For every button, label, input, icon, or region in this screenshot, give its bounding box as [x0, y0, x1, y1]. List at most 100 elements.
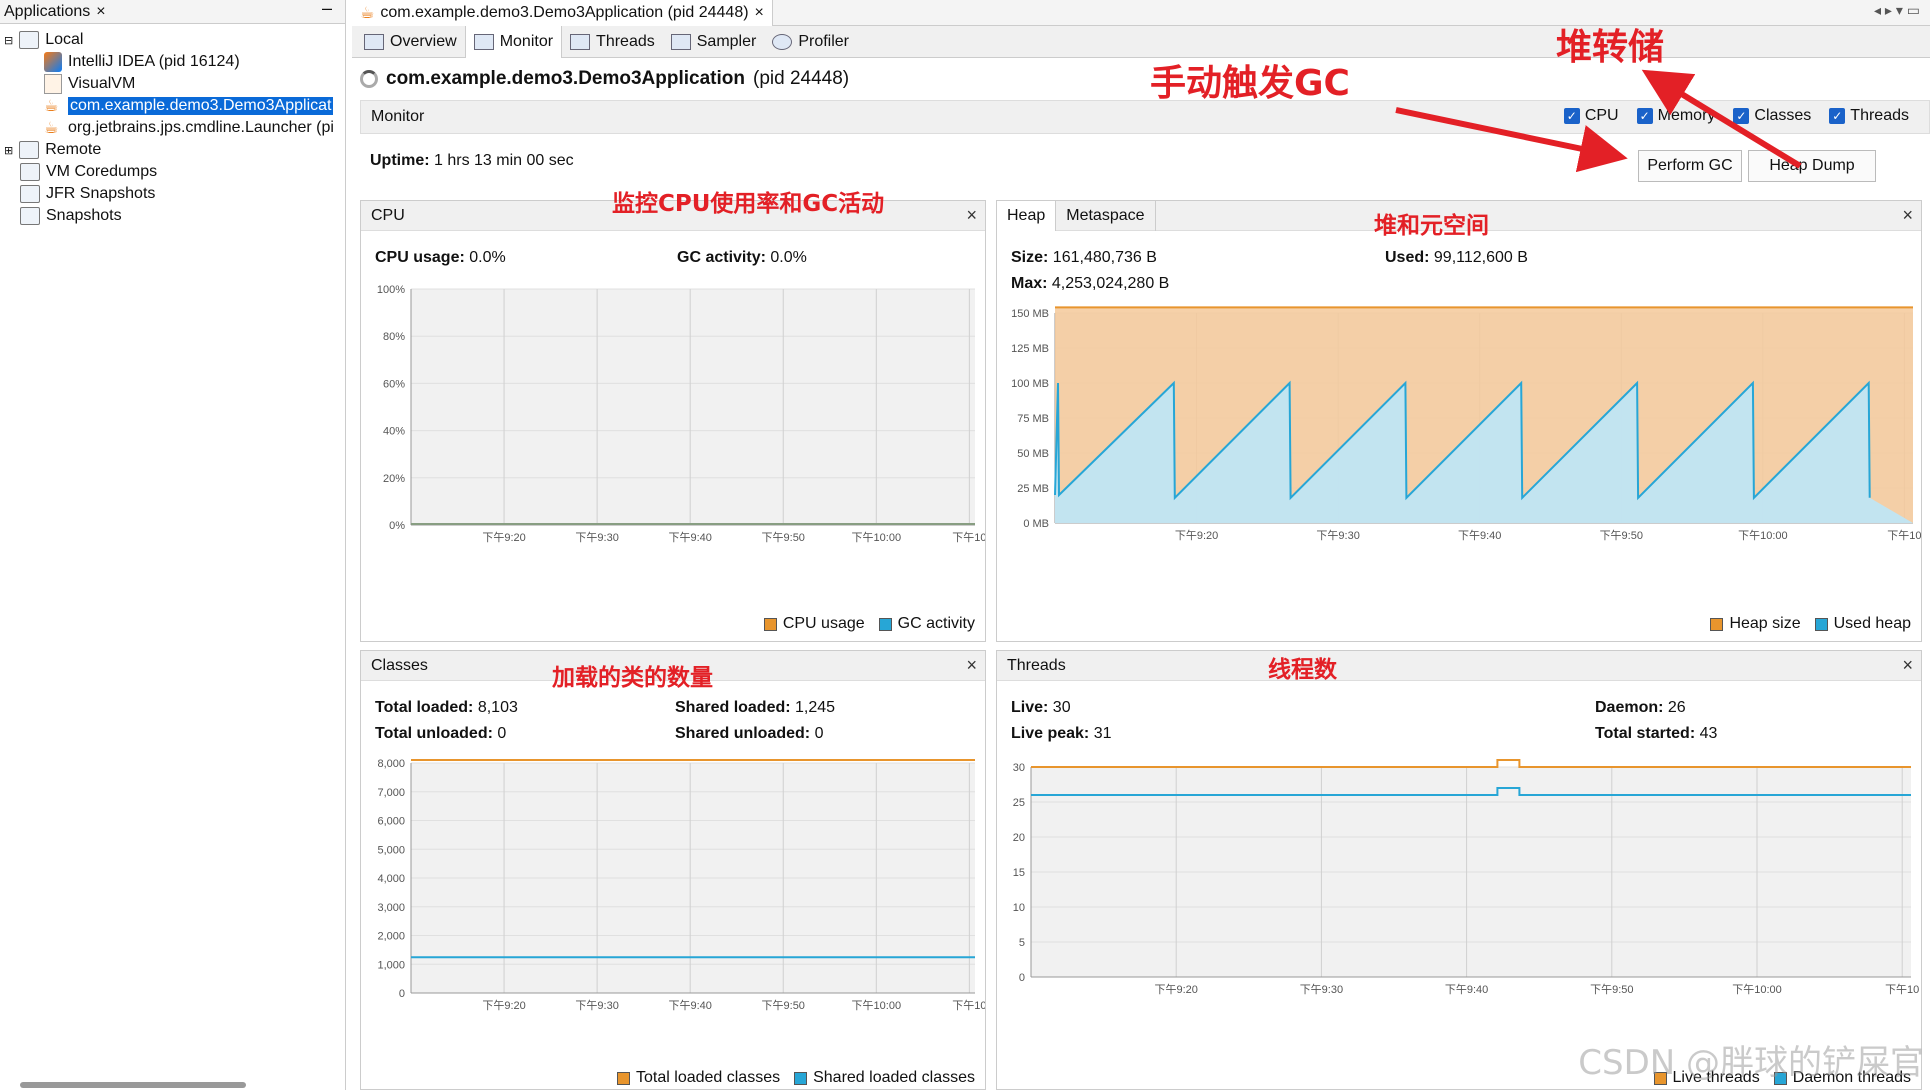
checkbox-label: Memory [1657, 107, 1716, 124]
stat-label: Daemon: [1595, 699, 1664, 716]
threads-chart: 30 25 20 15 10 5 0 下午9:20 下午9:30 下午9:40 下午9:50 下午10… [1013, 759, 1919, 996]
tab-nav-icon[interactable]: ◂ ▸ ▾ ▭ [1874, 2, 1920, 19]
checkbox-label: Threads [1850, 107, 1909, 124]
x-tick-label: 下午9:20 [482, 531, 525, 544]
total-unloaded-stat: Total unloaded: 0 [375, 725, 506, 743]
page-title: com.example.demo3.Demo3Application (pid … [360, 68, 849, 90]
legend-total-loaded: Total loaded classes [617, 1069, 780, 1087]
panel-title: Threads [1007, 656, 1066, 674]
tab-profiler[interactable]: Profiler [764, 26, 857, 58]
horizontal-scrollbar[interactable] [20, 1082, 246, 1088]
checkbox-label: CPU [1584, 107, 1619, 124]
applications-tab[interactable]: Applications × [0, 3, 110, 21]
tree-item-remote[interactable]: ⊞ Remote [4, 138, 101, 162]
checkbox-cpu[interactable]: ✓ CPU [1563, 107, 1619, 125]
document-tabs: ☕ com.example.demo3.Demo3Application (pi… [352, 0, 1930, 26]
tab-threads[interactable]: Threads [562, 26, 663, 58]
y-tick-label: 6,000 [377, 816, 405, 828]
document-tab[interactable]: ☕ com.example.demo3.Demo3Application (pi… [352, 0, 773, 26]
legend-swatch [763, 617, 777, 631]
checkbox-threads[interactable]: ✓ Threads [1829, 107, 1909, 125]
x-tick-label: 下午10 [1887, 529, 1921, 542]
checkbox-memory[interactable]: ✓ Memory [1636, 107, 1716, 125]
cpu-chart: 100% 80% 60% 40% 20% 0% 下午9:20 下午9:30 下午9:40 下午9:… [377, 284, 985, 544]
coredump-icon [20, 163, 40, 181]
legend-swatch [1814, 617, 1828, 631]
stat-value: 0 [497, 725, 507, 742]
collapse-icon[interactable]: ⊟ [4, 34, 13, 47]
close-icon[interactable]: × [1902, 655, 1913, 676]
heap-max-stat: Max: 4,253,024,280 B [1011, 275, 1169, 293]
panel-title: Classes [371, 656, 428, 674]
stat-value: 43 [1699, 725, 1718, 742]
heap-dump-button[interactable]: Heap Dump [1748, 150, 1876, 182]
tree-item-visualvm[interactable]: VisualVM [44, 72, 135, 96]
tree-item-local[interactable]: ⊟ Local [4, 28, 83, 52]
y-tick-label: 15 [1013, 867, 1025, 879]
x-tick-label: 下午9:20 [1154, 983, 1197, 996]
applications-header: Applications × – [0, 0, 345, 24]
legend-swatch [617, 1071, 631, 1085]
stat-label: CPU usage: [375, 249, 465, 266]
y-tick-label: 125 MB [1011, 343, 1049, 355]
stat-value: 0.0% [469, 249, 506, 266]
y-tick-label: 10 [1013, 902, 1025, 914]
y-tick-label: 0% [389, 520, 405, 532]
app-pid: (pid 24448) [753, 68, 850, 89]
perform-gc-button[interactable]: Perform GC [1638, 150, 1742, 182]
profiler-icon [772, 33, 793, 50]
y-tick-label: 75 MB [1017, 413, 1049, 425]
close-icon[interactable]: × [966, 655, 977, 676]
live-threads-line [1031, 759, 1911, 768]
y-tick-label: 150 MB [1011, 308, 1049, 320]
tab-heap[interactable]: Heap [997, 200, 1057, 231]
tab-overview[interactable]: Overview [356, 26, 465, 58]
tree-item-intellij[interactable]: IntelliJ IDEA (pid 16124) [44, 50, 240, 74]
total-started-stat: Total started: 43 [1595, 725, 1717, 743]
checkbox-classes[interactable]: ✓ Classes [1733, 107, 1811, 125]
y-tick-label: 30 [1013, 762, 1025, 774]
tab-label: Monitor [499, 32, 554, 50]
close-icon[interactable]: × [1902, 205, 1913, 226]
legend-cpu-usage: CPU usage [763, 615, 865, 633]
live-stat: Live: 30 [1011, 699, 1071, 717]
legend-gc-activity: GC activity [878, 615, 975, 633]
annotation-threads: 线程数 [1268, 657, 1337, 683]
tree-item-jfr[interactable]: JFR Snapshots [20, 182, 155, 206]
y-tick-label: 0 [399, 988, 405, 1000]
legend-label: CPU usage [782, 615, 865, 632]
legend-shared-loaded: Shared loaded classes [794, 1069, 975, 1087]
threads-panel-header: Threads × [997, 651, 1921, 681]
y-tick-label: 25 MB [1017, 483, 1049, 495]
gc-activity-stat: GC activity: 0.0% [677, 249, 807, 267]
tab-sampler[interactable]: Sampler [663, 26, 765, 58]
remote-icon [19, 141, 40, 159]
expand-icon[interactable]: ⊞ [4, 144, 13, 157]
close-icon[interactable]: × [966, 205, 977, 226]
x-tick-label: 下午9:50 [1590, 983, 1633, 996]
uptime-value: 1 hrs 13 min 00 sec [434, 152, 574, 169]
y-tick-label: 20% [383, 473, 405, 485]
tree-item-coredumps[interactable]: VM Coredumps [20, 160, 157, 184]
tree-item-demo3[interactable]: ☕ com.example.demo3.Demo3Applicat [44, 94, 334, 118]
tab-monitor[interactable]: Monitor [464, 25, 563, 58]
y-tick-label: 25 [1013, 797, 1025, 809]
computer-icon [19, 31, 40, 49]
tree-item-snapshots[interactable]: Snapshots [20, 204, 122, 228]
y-tick-label: 100 MB [1011, 378, 1049, 390]
jfr-icon [20, 185, 40, 203]
cpu-usage-stat: CPU usage: 0.0% [375, 249, 506, 267]
close-icon[interactable]: × [96, 3, 105, 21]
x-tick-label: 下午9:30 [575, 531, 618, 544]
total-loaded-stat: Total loaded: 8,103 [375, 699, 518, 717]
x-tick-label: 下午9:20 [482, 999, 525, 1012]
annotation-heap-dump: 堆转储 [1556, 27, 1665, 68]
close-icon[interactable]: × [755, 4, 764, 22]
minimize-icon[interactable]: – [322, 0, 332, 19]
tree-item-label: JFR Snapshots [46, 185, 156, 202]
tab-metaspace[interactable]: Metaspace [1056, 200, 1156, 231]
stat-label: Size: [1011, 249, 1049, 266]
monitor-icon [473, 33, 494, 50]
tree-item-launcher[interactable]: ☕ org.jetbrains.jps.cmdline.Launcher (pi [44, 116, 334, 140]
y-tick-label: 3,000 [377, 902, 405, 914]
